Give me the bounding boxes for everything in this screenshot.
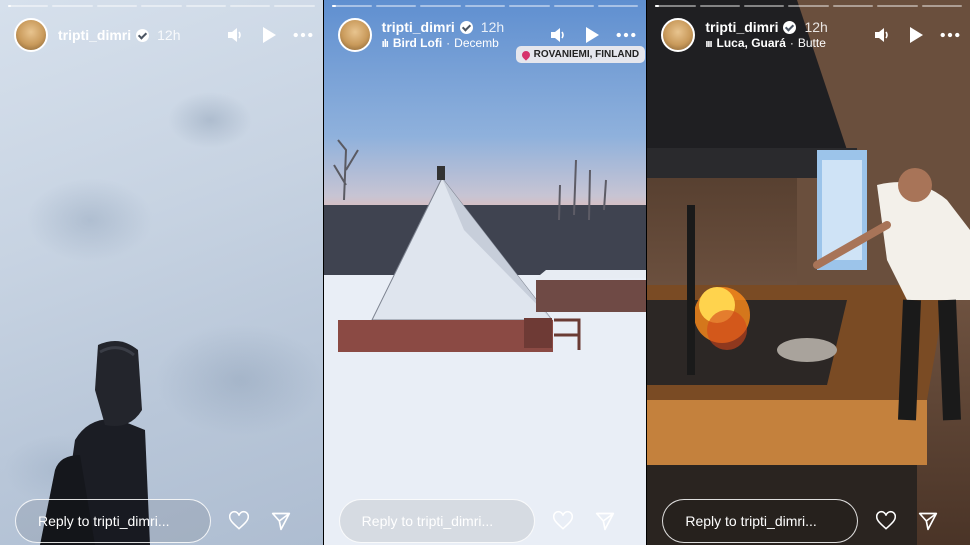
song-title: Bird Lofi (392, 37, 443, 51)
story-progress (8, 5, 315, 7)
story-footer: Reply to tripti_dimri... (338, 497, 635, 545)
reply-input[interactable]: Reply to tripti_dimri... (662, 499, 859, 543)
username[interactable]: tripti_dimri (382, 19, 455, 35)
username[interactable]: tripti_dimri (705, 19, 778, 35)
music-extra: Decemb (454, 37, 499, 51)
story-panel-3[interactable]: tripti_dimri 12h ııı Luca, Guará · Butte (647, 0, 970, 545)
music-info[interactable]: ılı Bird Lofi · Decemb (382, 37, 504, 51)
song-title: Luca, Guará (716, 37, 786, 51)
story-time: 12h (804, 19, 828, 36)
story-progress (331, 5, 639, 7)
more-icon[interactable] (940, 25, 960, 45)
reply-input[interactable]: Reply to tripti_dimri... (338, 499, 535, 543)
heart-icon[interactable] (229, 510, 249, 531)
send-icon[interactable] (918, 511, 938, 531)
avatar[interactable] (661, 18, 696, 52)
heart-icon[interactable] (876, 510, 897, 531)
fire-grill-image (647, 0, 970, 545)
play-icon[interactable] (259, 25, 279, 45)
avatar[interactable] (337, 18, 372, 52)
kota-hut-image (323, 139, 647, 545)
volume-icon[interactable] (548, 25, 568, 45)
verified-badge-icon (136, 28, 150, 42)
boot-in-snow-image (40, 341, 150, 545)
play-icon[interactable] (906, 25, 926, 45)
more-icon[interactable] (293, 25, 313, 45)
story-header: tripti_dimri 12h (14, 18, 313, 52)
story-progress (655, 5, 962, 7)
music-bars-icon: ılı (381, 37, 389, 50)
location-pin-icon (520, 48, 532, 61)
avatar[interactable] (14, 18, 48, 52)
stories-viewer: tripti_dimri 12h Reply to tripti_dimri..… (0, 0, 970, 545)
location-sticker[interactable]: ROVANIEMI, FINLAND (515, 46, 646, 63)
music-separator: · (446, 37, 451, 51)
more-icon[interactable] (616, 25, 636, 45)
progress-fill (8, 5, 12, 7)
story-header: tripti_dimri 12h ııı Luca, Guará · Butte (661, 18, 960, 52)
music-extra: Butte (797, 37, 826, 51)
volume-icon[interactable] (225, 25, 245, 45)
play-icon[interactable] (582, 25, 602, 45)
music-bars-icon: ııı (705, 37, 712, 50)
story-footer: Reply to tripti_dimri... (15, 497, 311, 545)
story-footer: Reply to tripti_dimri... (662, 497, 958, 545)
verified-badge-icon (783, 20, 797, 34)
send-icon[interactable] (595, 511, 615, 531)
progress-fill (331, 5, 336, 7)
story-time: 12h (157, 26, 181, 43)
verified-badge-icon (459, 20, 473, 34)
story-panel-2[interactable]: tripti_dimri 12h ılı Bird Lofi · Decemb (323, 0, 647, 545)
send-icon[interactable] (271, 511, 291, 531)
username[interactable]: tripti_dimri (58, 27, 131, 43)
volume-icon[interactable] (872, 25, 892, 45)
music-separator: · (789, 37, 794, 51)
heart-icon[interactable] (552, 510, 573, 531)
progress-fill (655, 5, 660, 7)
story-panel-1[interactable]: tripti_dimri 12h Reply to tripti_dimri..… (0, 0, 323, 545)
location-label: ROVANIEMI, FINLAND (533, 49, 640, 60)
story-time: 12h (480, 19, 505, 36)
reply-input[interactable]: Reply to tripti_dimri... (15, 499, 211, 543)
music-info[interactable]: ııı Luca, Guará · Butte (705, 37, 827, 51)
